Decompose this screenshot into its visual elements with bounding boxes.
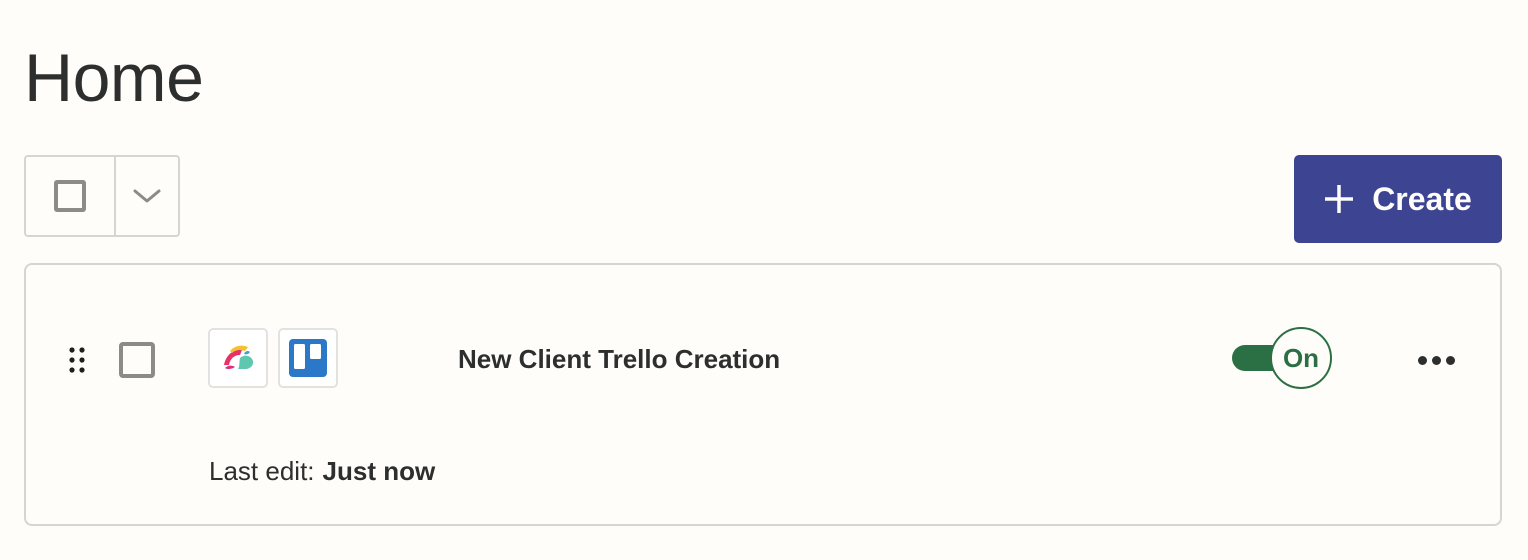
page-title: Home: [24, 40, 204, 116]
create-button-label: Create: [1372, 180, 1472, 217]
bulk-actions-dropdown[interactable]: [116, 157, 178, 235]
drag-handle-icon[interactable]: [68, 346, 88, 376]
bulk-select-control: [24, 155, 180, 237]
toggle-knob: On: [1270, 327, 1332, 389]
last-edit-value: Just now: [322, 456, 436, 486]
trello-icon: [278, 328, 338, 388]
create-button[interactable]: Create: [1294, 155, 1502, 243]
last-edit-label: Last edit:: [209, 456, 315, 486]
more-dot-icon: [1431, 355, 1441, 365]
zap-row-checkbox[interactable]: [119, 342, 155, 378]
toggle-label: On: [1282, 342, 1320, 373]
chevron-down-icon: [133, 189, 161, 203]
more-options-button[interactable]: [1412, 345, 1460, 375]
plus-icon: [1325, 185, 1354, 213]
last-edit-info: Last edit: Just now: [209, 454, 435, 488]
select-all-checkbox-box: [54, 180, 86, 212]
select-all-checkbox[interactable]: [26, 157, 116, 235]
trigger-app-icon: [208, 328, 268, 388]
zap-status-toggle[interactable]: On: [1232, 327, 1332, 389]
more-dot-icon: [1445, 355, 1455, 365]
zap-title[interactable]: New Client Trello Creation: [458, 341, 780, 377]
more-dot-icon: [1417, 355, 1427, 365]
zap-card: New Client Trello Creation On Last edit:…: [24, 263, 1502, 526]
